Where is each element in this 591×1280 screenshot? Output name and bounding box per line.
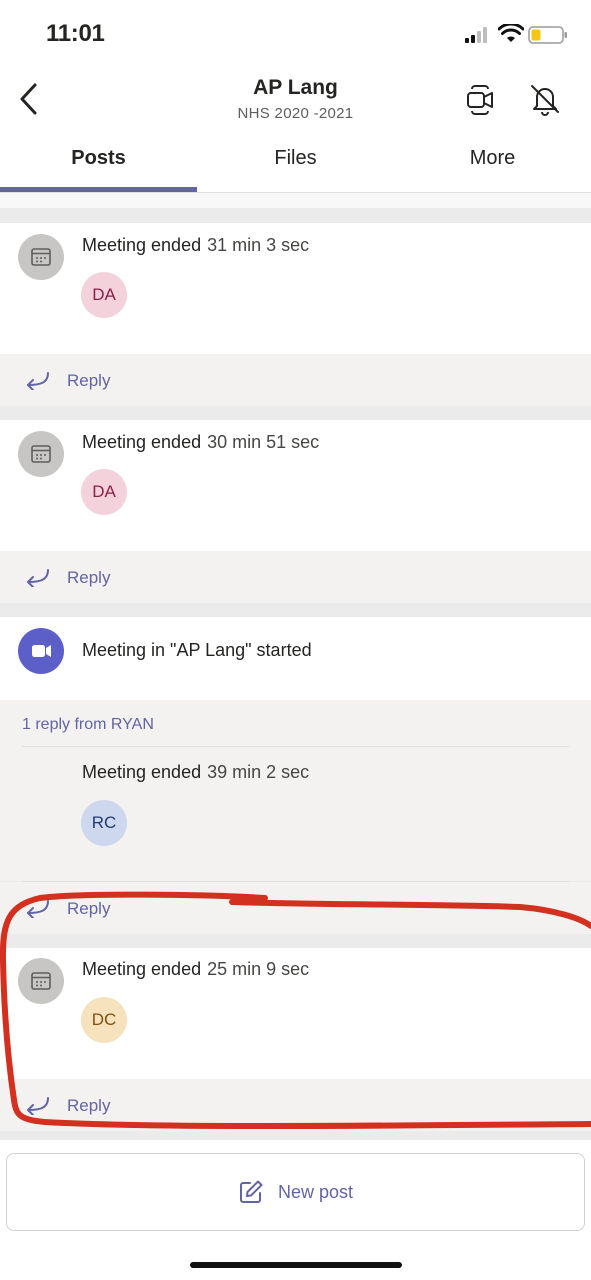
meeting-started-badge [18,628,64,674]
bell-off-icon[interactable] [528,82,562,116]
tab-more[interactable]: More [394,147,591,170]
video-call-icon[interactable] [465,84,495,116]
reply-button[interactable]: Reply [67,568,110,588]
new-post-label: New post [277,1181,354,1202]
reply-button[interactable]: Reply [67,899,110,919]
meeting-event-badge [18,958,64,1004]
message-text: Meeting ended [82,959,202,979]
meeting-duration: 39 min 2 sec [207,762,310,782]
thread-divider [22,746,569,747]
post-message: Meeting ended 30 min 51 sec [82,432,319,453]
avatar[interactable]: DC [81,997,127,1043]
post-message: Meeting ended 25 min 9 sec [82,959,309,980]
wifi-icon [498,24,524,42]
post-message: Meeting in "AP Lang" started [82,640,312,660]
status-time: 11:01 [46,20,105,47]
cellular-signal-icon [465,27,487,43]
reply-button[interactable]: Reply [67,1096,110,1116]
reply-arrow-icon [27,1097,49,1115]
meeting-duration: 31 min 3 sec [207,235,310,255]
reply-arrow-icon [27,372,49,390]
compose-icon [239,1180,263,1203]
calendar-icon [31,248,51,266]
meeting-event-badge [18,234,64,280]
reply-arrow-icon [27,900,49,918]
calendar-icon [31,445,51,463]
message-text: Meeting ended [82,235,202,255]
calendar-icon [31,972,51,990]
video-camera-icon [32,645,51,657]
page-subtitle: NHS 2020 -2021 [237,105,354,122]
avatar[interactable]: RC [81,800,127,846]
reply-message: Meeting ended 39 min 2 sec [82,762,309,783]
avatar[interactable]: DA [81,469,127,515]
message-text: Meeting ended [82,762,202,782]
page-title: AP Lang [253,76,338,99]
meeting-duration: 30 min 51 sec [207,432,320,452]
post-message: Meeting ended 31 min 3 sec [82,235,309,256]
avatar[interactable]: DA [81,272,127,318]
tab-files[interactable]: Files [197,147,394,170]
battery-icon [528,26,567,44]
reply-arrow-icon [27,569,49,587]
meeting-duration: 25 min 9 sec [207,959,310,979]
message-text: Meeting ended [82,432,202,452]
home-indicator [190,1262,402,1268]
tab-posts[interactable]: Posts [0,147,197,170]
meeting-event-badge [18,431,64,477]
new-post-button[interactable]: New post [6,1153,585,1231]
thread-replies-link[interactable]: 1 reply from RYAN [22,716,154,734]
reply-button[interactable]: Reply [67,371,110,391]
previous-post-edge [0,193,591,208]
